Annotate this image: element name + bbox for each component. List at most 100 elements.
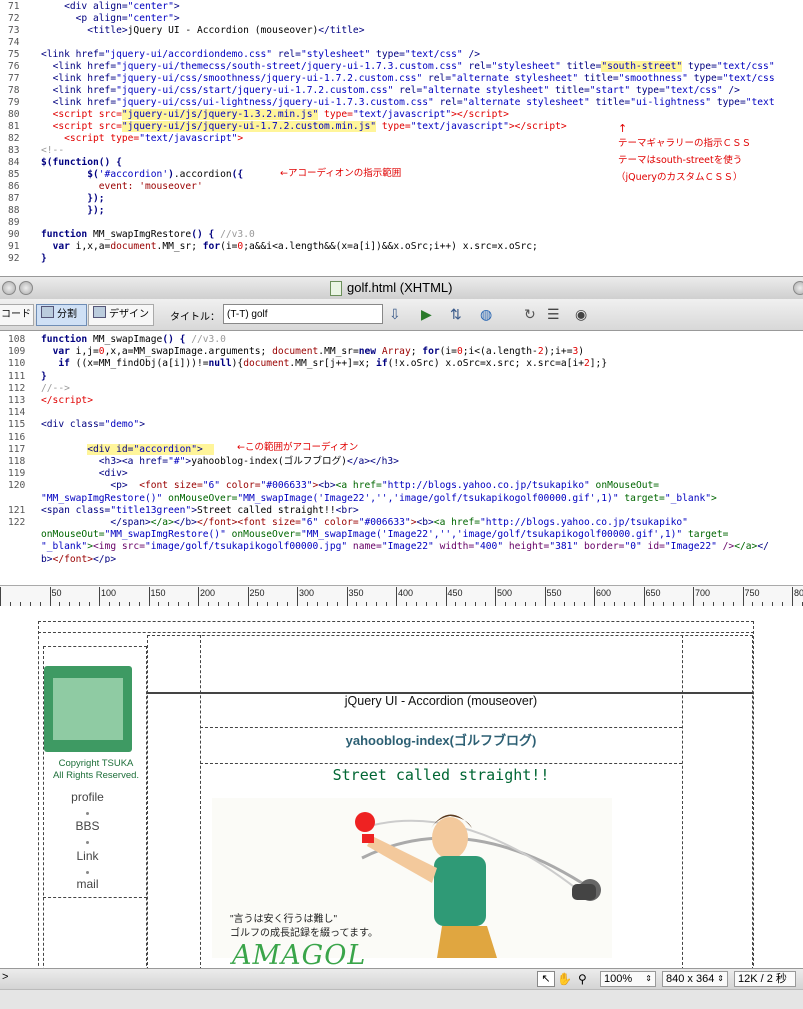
code-text: <script src="jquery-ui/js/jquery-ui-1.7.… — [52, 121, 567, 132]
ruler-label: 800 — [794, 588, 803, 598]
design-view-label: デザイン — [109, 309, 149, 320]
design-view-button[interactable]: デザイン — [88, 304, 154, 326]
line-number: 109 — [8, 346, 26, 358]
visual-aids-icon[interactable]: ◉ — [575, 307, 587, 321]
ruler-label: 600 — [596, 588, 612, 598]
code-text: } — [41, 370, 47, 382]
copyright-line1: Copyright TSUKA — [58, 758, 134, 769]
ruler-label: 250 — [249, 588, 265, 598]
code-text: event: 'mouseover' — [98, 181, 203, 192]
bottom-panel — [0, 989, 803, 1009]
view-options-icon[interactable]: ☰ — [547, 307, 560, 321]
split-view-label: 分割 — [57, 309, 77, 320]
ruler-tick — [495, 587, 496, 606]
code-pane-top[interactable]: 71 <div align="center"> 72 <p align="cent… — [0, 0, 803, 270]
line-number: 90 — [8, 229, 20, 240]
status-bar: > ↖ ✋ ⚲ 100% ⇕ 840 x 364 ⇕ 12K / 2 秒 — [0, 968, 803, 989]
code-view-label: コード — [1, 309, 31, 320]
ruler-tick — [693, 587, 694, 606]
street-heading[interactable]: Street called straight!! — [200, 766, 682, 784]
globe-icon[interactable]: ◍ — [480, 307, 492, 321]
ruler-label: 650 — [645, 588, 661, 598]
page-title-input[interactable] — [223, 304, 383, 324]
nav-link-bbs[interactable]: BBS — [45, 819, 130, 833]
nav-link-profile[interactable]: profile — [45, 790, 130, 804]
line-number: 114 — [8, 407, 26, 419]
code-text: var i,j=0,x,a=MM_swapImage.arguments; do… — [52, 346, 585, 358]
page-heading: jQuery UI - Accordion (mouseover) — [344, 694, 538, 708]
code-text: </span></a></b></font><font size="6" col… — [110, 517, 688, 528]
line-number: 115 — [8, 419, 26, 431]
ruler-tick — [643, 587, 645, 606]
code-pane-bottom[interactable]: 108 function MM_swapImage() { //v3.0 109 v… — [0, 331, 803, 563]
code-text: //--> — [41, 382, 70, 394]
note-accordion-range: ←アコーディオンの指示範囲 — [280, 168, 402, 179]
code-view-button[interactable]: コード — [0, 304, 34, 326]
refresh-design-icon[interactable]: ⇅ — [450, 307, 462, 321]
nav-separator-dot — [86, 871, 89, 874]
select-tool-icon[interactable]: ↖ — [537, 971, 555, 987]
ruler-label: 150 — [150, 588, 166, 598]
line-number: 88 — [8, 205, 20, 216]
window-minimize-button[interactable] — [19, 281, 33, 295]
tag-selector[interactable]: > — [2, 971, 8, 983]
line-number: 78 — [8, 85, 20, 96]
nav-separator-dot — [86, 841, 89, 844]
line-number: 75 — [8, 49, 20, 60]
window-size-value: 840 x 364 — [666, 973, 715, 985]
accordion-header[interactable]: yahooblog-index(ゴルフブログ) — [200, 730, 682, 749]
line-number: 121 — [8, 504, 26, 516]
code-text: <div> — [98, 468, 128, 480]
ruler-label: 350 — [348, 588, 364, 598]
split-view-button[interactable]: 分割 — [36, 304, 87, 326]
inner-table-col-line-left — [200, 635, 201, 968]
code-text: }); — [87, 205, 105, 216]
code-text: <p> <font size="6" color="#006633"><b><a… — [110, 480, 660, 492]
zoom-select[interactable]: 100% ⇕ — [600, 971, 656, 987]
design-view[interactable]: Copyright TSUKA All Rights Reserved. pro… — [0, 606, 803, 968]
horizontal-ruler: 50 100 150 200 250 300 350 400 450 500 550 600 650 70… — [0, 585, 803, 607]
line-number: 72 — [8, 13, 20, 24]
code-text: <h3><a href="#">yahooblog-index(ゴルフブログ)<… — [98, 456, 399, 467]
refresh-icon[interactable]: ↻ — [524, 307, 536, 321]
left-column-bottom-line — [43, 897, 147, 898]
zoom-tool-icon[interactable]: ⚲ — [578, 971, 587, 987]
ruler-label: 450 — [447, 588, 463, 598]
signature: AMAGOL — [232, 940, 367, 968]
nav-link-link[interactable]: Link — [45, 849, 130, 863]
ruler-label: 700 — [695, 588, 711, 598]
note-accordion-here: ←この範囲がアコーディオン — [237, 442, 359, 453]
ruler-tick — [346, 587, 348, 606]
ruler-label: 200 — [200, 588, 216, 598]
code-text: <link href="jquery-ui/css/start/jquery-u… — [52, 85, 740, 96]
window-size-select[interactable]: 840 x 364 ⇕ — [662, 971, 728, 987]
line-number: 110 — [8, 358, 26, 370]
code-text: "_blank"><img src="image/golf/tsukapikog… — [41, 541, 769, 553]
line-number: 89 — [8, 217, 20, 228]
zoom-arrow-icon: ⇕ — [645, 974, 652, 983]
note-theme-line2: テーマはsouth-streetを使う — [618, 155, 743, 166]
design-view-icon — [93, 306, 106, 318]
code-text: $(function() { — [41, 157, 122, 168]
line-number: 77 — [8, 73, 20, 84]
window-close-button[interactable] — [2, 281, 16, 295]
nav-link-mail[interactable]: mail — [45, 877, 130, 891]
note-theme-line3: （jQueryのカスタムＣＳＳ） — [616, 172, 743, 183]
preview-browser-icon[interactable]: ▶ — [421, 307, 432, 321]
file-management-icon[interactable]: ⇩ — [389, 307, 401, 321]
hand-tool-icon[interactable]: ✋ — [557, 971, 572, 987]
logo-image[interactable] — [44, 666, 132, 752]
code-text: onMouseOut="MM_swapImgRestore()" onMouse… — [41, 529, 729, 541]
document-toolbar: コード 分割 デザイン タイトル： ⇩ ▶ ⇅ ◍ ↻ ☰ ◉ — [0, 299, 803, 331]
ruler-tick — [99, 587, 100, 606]
code-text: </script> — [41, 395, 93, 406]
line-number: 74 — [8, 37, 20, 48]
code-text: <link href="jquery-ui/css/smoothness/jqu… — [52, 73, 775, 84]
ruler-tick — [445, 587, 447, 606]
size-arrow-icon: ⇕ — [717, 974, 724, 983]
page-title-label: タイトル： — [170, 312, 220, 323]
line-number: 71 — [8, 1, 20, 12]
code-text: <div class="demo"> — [41, 419, 145, 431]
line-number: 117 — [8, 443, 26, 455]
window-zoom-button[interactable] — [793, 281, 803, 295]
